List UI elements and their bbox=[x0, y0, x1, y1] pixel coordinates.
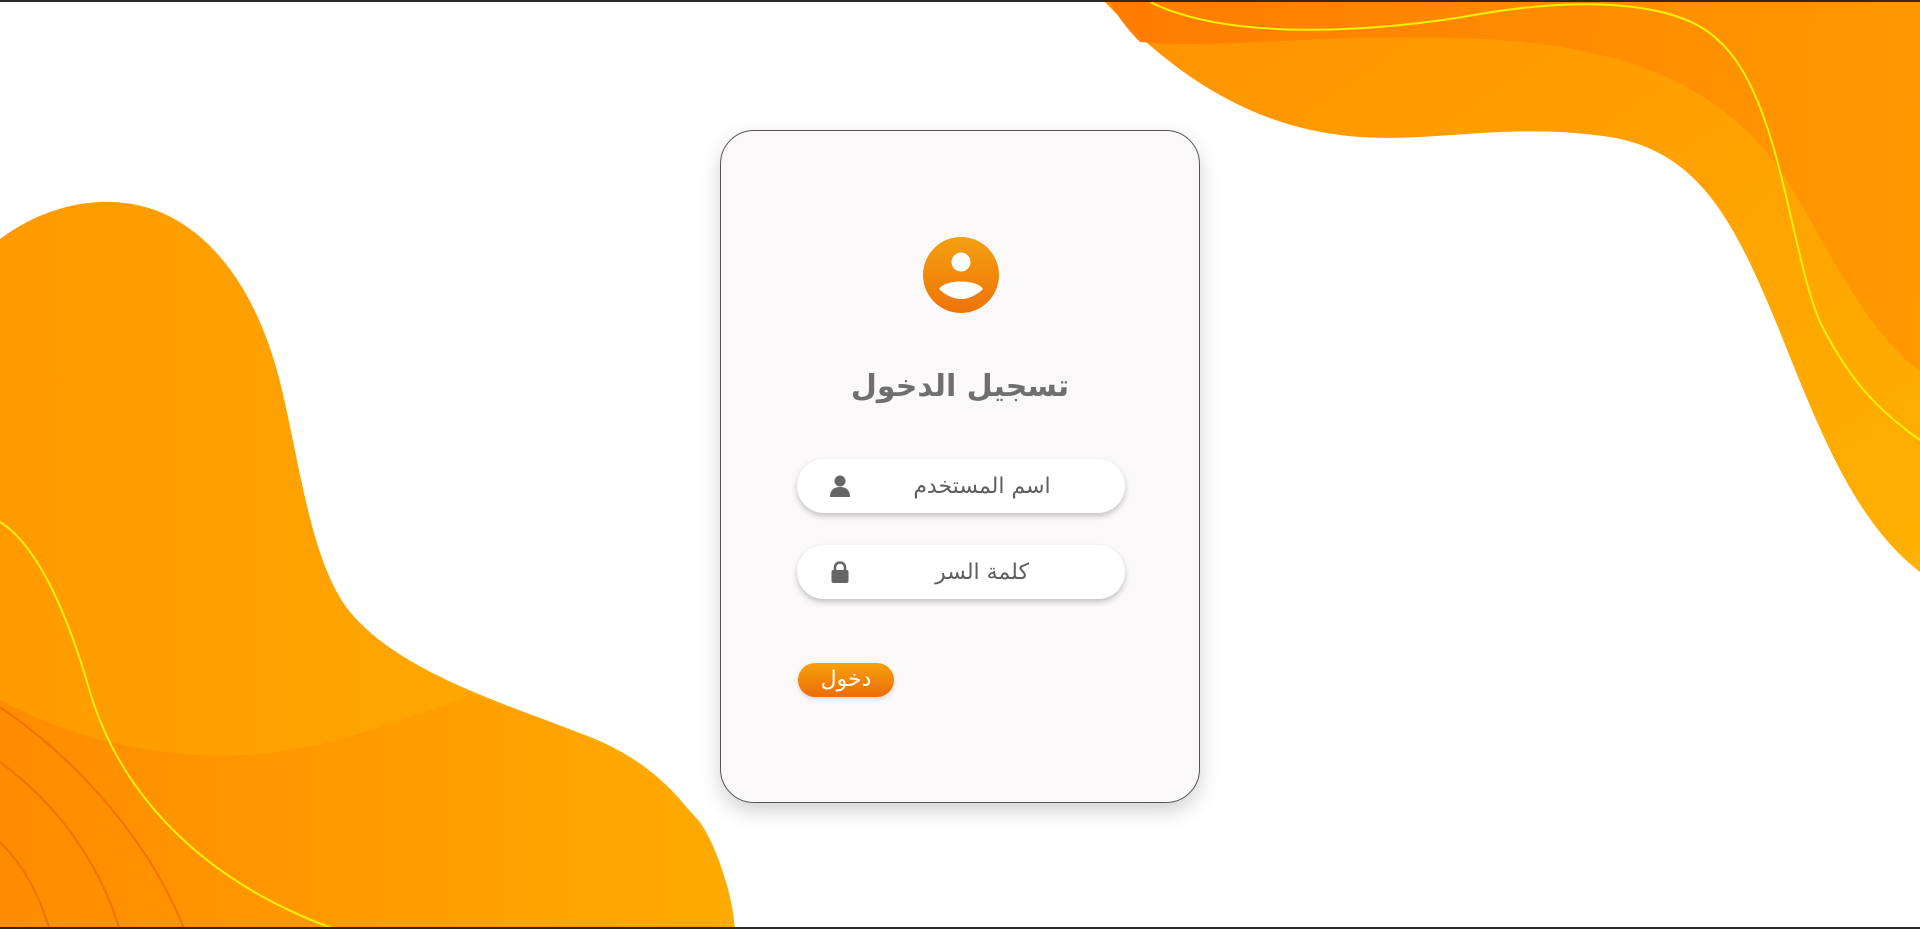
login-button[interactable]: دخول bbox=[798, 663, 894, 697]
user-icon bbox=[830, 475, 850, 497]
login-page: تسجيل الدخول دخول bbox=[0, 0, 1920, 929]
login-title: تسجيل الدخول bbox=[850, 369, 1070, 404]
password-input[interactable] bbox=[857, 545, 1107, 599]
username-input[interactable] bbox=[857, 459, 1107, 513]
username-field bbox=[797, 459, 1125, 513]
login-card: تسجيل الدخول دخول bbox=[720, 130, 1200, 803]
lock-icon bbox=[831, 561, 849, 583]
password-field bbox=[797, 545, 1125, 599]
user-circle-icon bbox=[923, 237, 999, 313]
